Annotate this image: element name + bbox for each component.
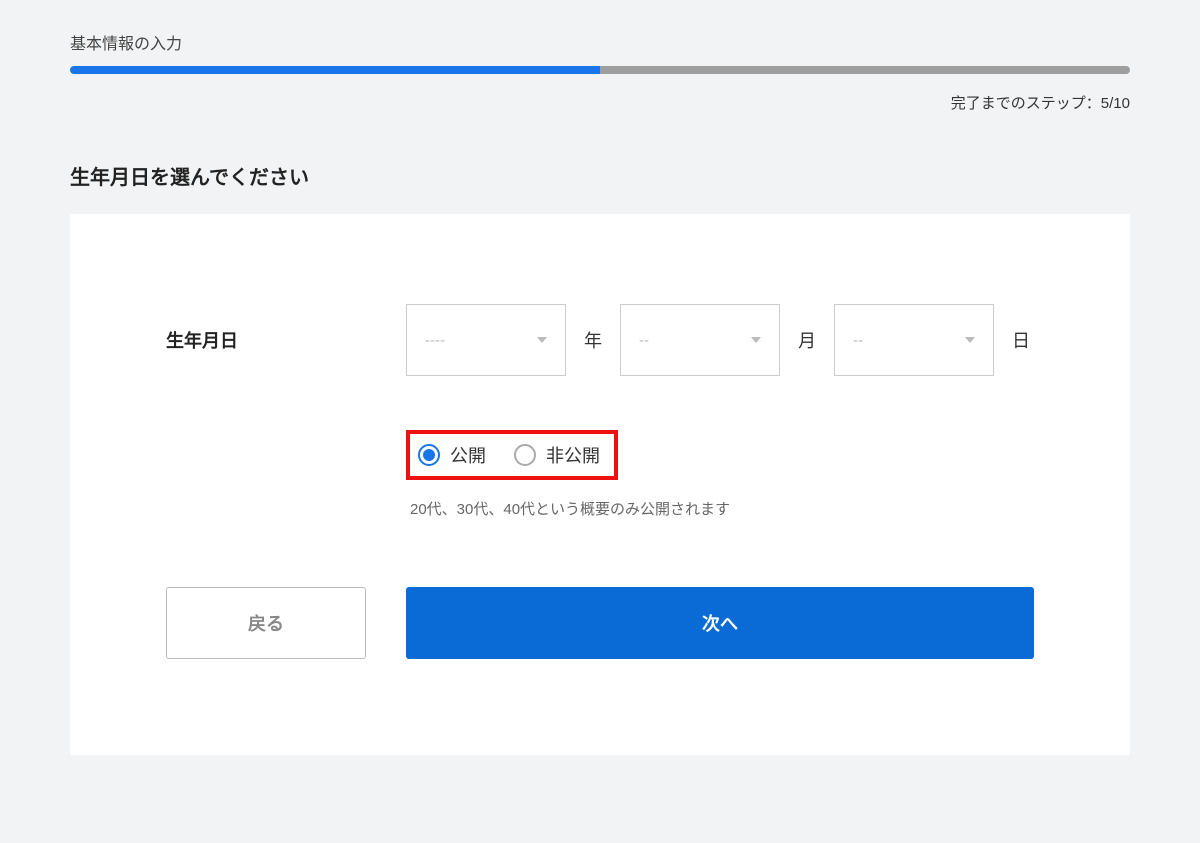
progress-bar-fill xyxy=(70,66,600,74)
chevron-down-icon xyxy=(537,337,547,343)
radio-checked-icon xyxy=(423,449,435,461)
visibility-public-label: 公開 xyxy=(450,442,486,468)
progress-label: 基本情報の入力 xyxy=(70,10,1130,66)
next-button[interactable]: 次へ xyxy=(406,587,1034,659)
radio-icon xyxy=(418,444,440,466)
day-suffix: 日 xyxy=(1012,327,1030,353)
visibility-private-radio[interactable]: 非公開 xyxy=(514,442,600,468)
step-counter: 完了までのステップ：5/10 xyxy=(70,74,1130,113)
form-card: 生年月日 ---- 年 -- 月 -- 日 xyxy=(70,214,1130,755)
visibility-public-radio[interactable]: 公開 xyxy=(418,442,486,468)
month-select[interactable]: -- xyxy=(620,304,780,376)
visibility-private-label: 非公開 xyxy=(546,442,600,468)
birthday-row: 生年月日 ---- 年 -- 月 -- 日 xyxy=(166,304,1034,376)
month-placeholder: -- xyxy=(639,332,649,349)
visibility-help-text: 20代、30代、40代という概要のみ公開されます xyxy=(410,498,1034,519)
back-button[interactable]: 戻る xyxy=(166,587,366,659)
radio-icon xyxy=(514,444,536,466)
birthday-label: 生年月日 xyxy=(166,327,406,353)
progress-bar xyxy=(70,66,1130,74)
year-suffix: 年 xyxy=(584,327,602,353)
day-placeholder: -- xyxy=(853,332,863,349)
month-suffix: 月 xyxy=(798,327,816,353)
page-heading: 生年月日を選んでください xyxy=(70,113,1130,214)
day-select[interactable]: -- xyxy=(834,304,994,376)
year-placeholder: ---- xyxy=(425,332,445,349)
visibility-radio-highlight: 公開 非公開 xyxy=(406,430,618,480)
year-select[interactable]: ---- xyxy=(406,304,566,376)
chevron-down-icon xyxy=(751,337,761,343)
chevron-down-icon xyxy=(965,337,975,343)
